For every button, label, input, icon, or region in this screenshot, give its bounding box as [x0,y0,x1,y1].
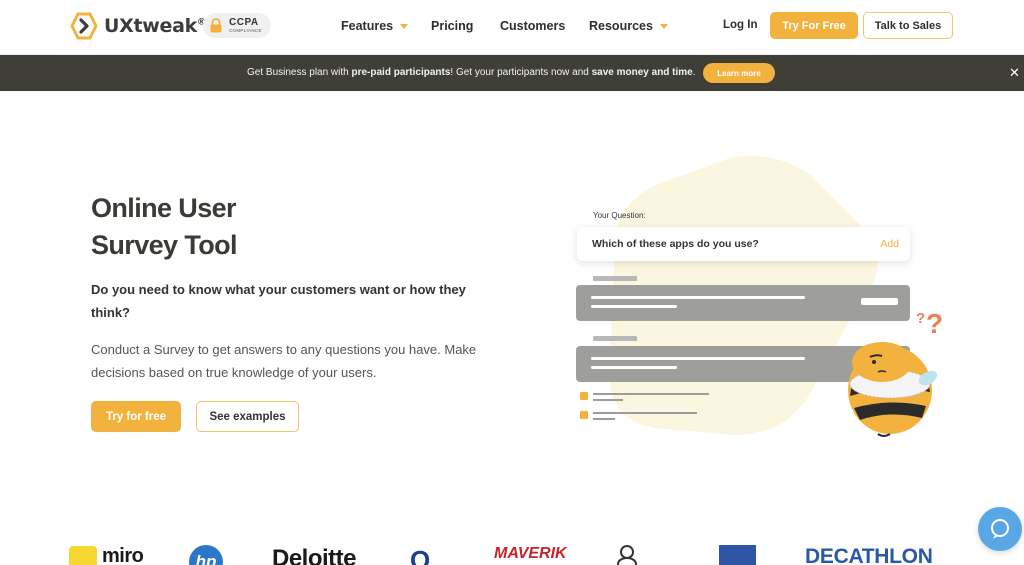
checkbox-icon [580,411,588,419]
talk-to-sales-button[interactable]: Talk to Sales [863,12,953,39]
logo-hp-text: hp [195,552,217,565]
title-line-2: Survey Tool [91,230,238,260]
hero-description: Conduct a Survey to get answers to any q… [91,342,477,380]
placeholder-line [593,412,697,414]
placeholder-line [591,305,677,308]
placeholder-line [593,399,623,401]
nav-pricing-label: Pricing [431,19,474,33]
question-text: Which of these apps do you use? [592,238,759,250]
brand-logo[interactable]: UXtweak® [70,12,206,40]
hexagon-chevron-icon [70,12,98,40]
placeholder-line [591,357,805,360]
add-option-label: Add [880,238,899,250]
logo-o: O [410,545,431,565]
logo-miro: miro [69,545,144,565]
michelin-icon [614,545,640,565]
logo-hp: hp [189,545,223,565]
see-examples-button[interactable]: See examples [196,401,299,432]
survey-illustration: Your Question: Which of these apps do yo… [560,150,980,450]
checkbox-icon [580,392,588,400]
logo-decathlon: DECATHLON [805,545,933,565]
login-link[interactable]: Log In [723,19,758,31]
top-navigation: UXtweak® CCPA COMPLIANCE Features Pricin… [0,0,1024,55]
miro-icon [69,545,97,565]
placeholder-bar [593,336,637,341]
question-card: Which of these apps do you use? Add [577,227,910,261]
ccpa-sub: COMPLIANCE [229,27,262,33]
banner-text: Get Business plan with pre-paid particip… [247,67,696,78]
learn-more-button[interactable]: Learn more [703,63,775,83]
question-marks-icon: ? [926,308,944,339]
nav-resources[interactable]: Resources [589,19,668,33]
placeholder-line [593,393,709,395]
placeholder-line [593,418,615,420]
promo-banner: Get Business plan with pre-paid particip… [0,55,1024,91]
chat-widget-button[interactable] [978,507,1022,551]
title-line-1: Online User [91,193,237,223]
try-for-free-cta[interactable]: Try for free [91,401,181,432]
placeholder-line [591,296,805,299]
nav-customers-label: Customers [500,19,566,33]
chevron-down-icon [659,24,668,29]
logo-maverik: MAVERIK [494,545,567,562]
lock-icon [210,18,222,33]
logo-deloitte: Deloitte [272,545,357,565]
question-marks-icon: ? [916,310,926,327]
placeholder-bar [593,276,637,281]
nav-pricing[interactable]: Pricing [431,19,473,33]
hero-lead: Do you need to know what your customers … [91,282,466,320]
nav-resources-label: Resources [589,19,653,33]
question-label: Your Question: [593,211,646,220]
nav-features-label: Features [341,19,394,33]
chevron-down-icon [400,24,409,29]
placeholder-line [591,366,677,369]
nav-features[interactable]: Features [341,19,409,33]
page: UXtweak® CCPA COMPLIANCE Features Pricin… [0,0,1024,565]
placeholder-button [861,298,898,305]
ccpa-badge: CCPA COMPLIANCE [203,13,271,38]
page-title: Online User Survey Tool [91,190,238,264]
chat-bubble-icon [991,519,1009,539]
logo-blue-badge [719,545,756,565]
brand-name: UXtweak® [104,15,206,37]
logo-miro-text: miro [102,545,144,565]
close-icon[interactable]: ✕ [1009,65,1020,81]
nav-customers[interactable]: Customers [500,19,565,33]
try-for-free-button[interactable]: Try For Free [770,12,858,39]
ccpa-label: CCPA [229,16,259,28]
customer-logos: miro hp Deloitte O MAVERIK DECATHLON [0,540,1024,565]
